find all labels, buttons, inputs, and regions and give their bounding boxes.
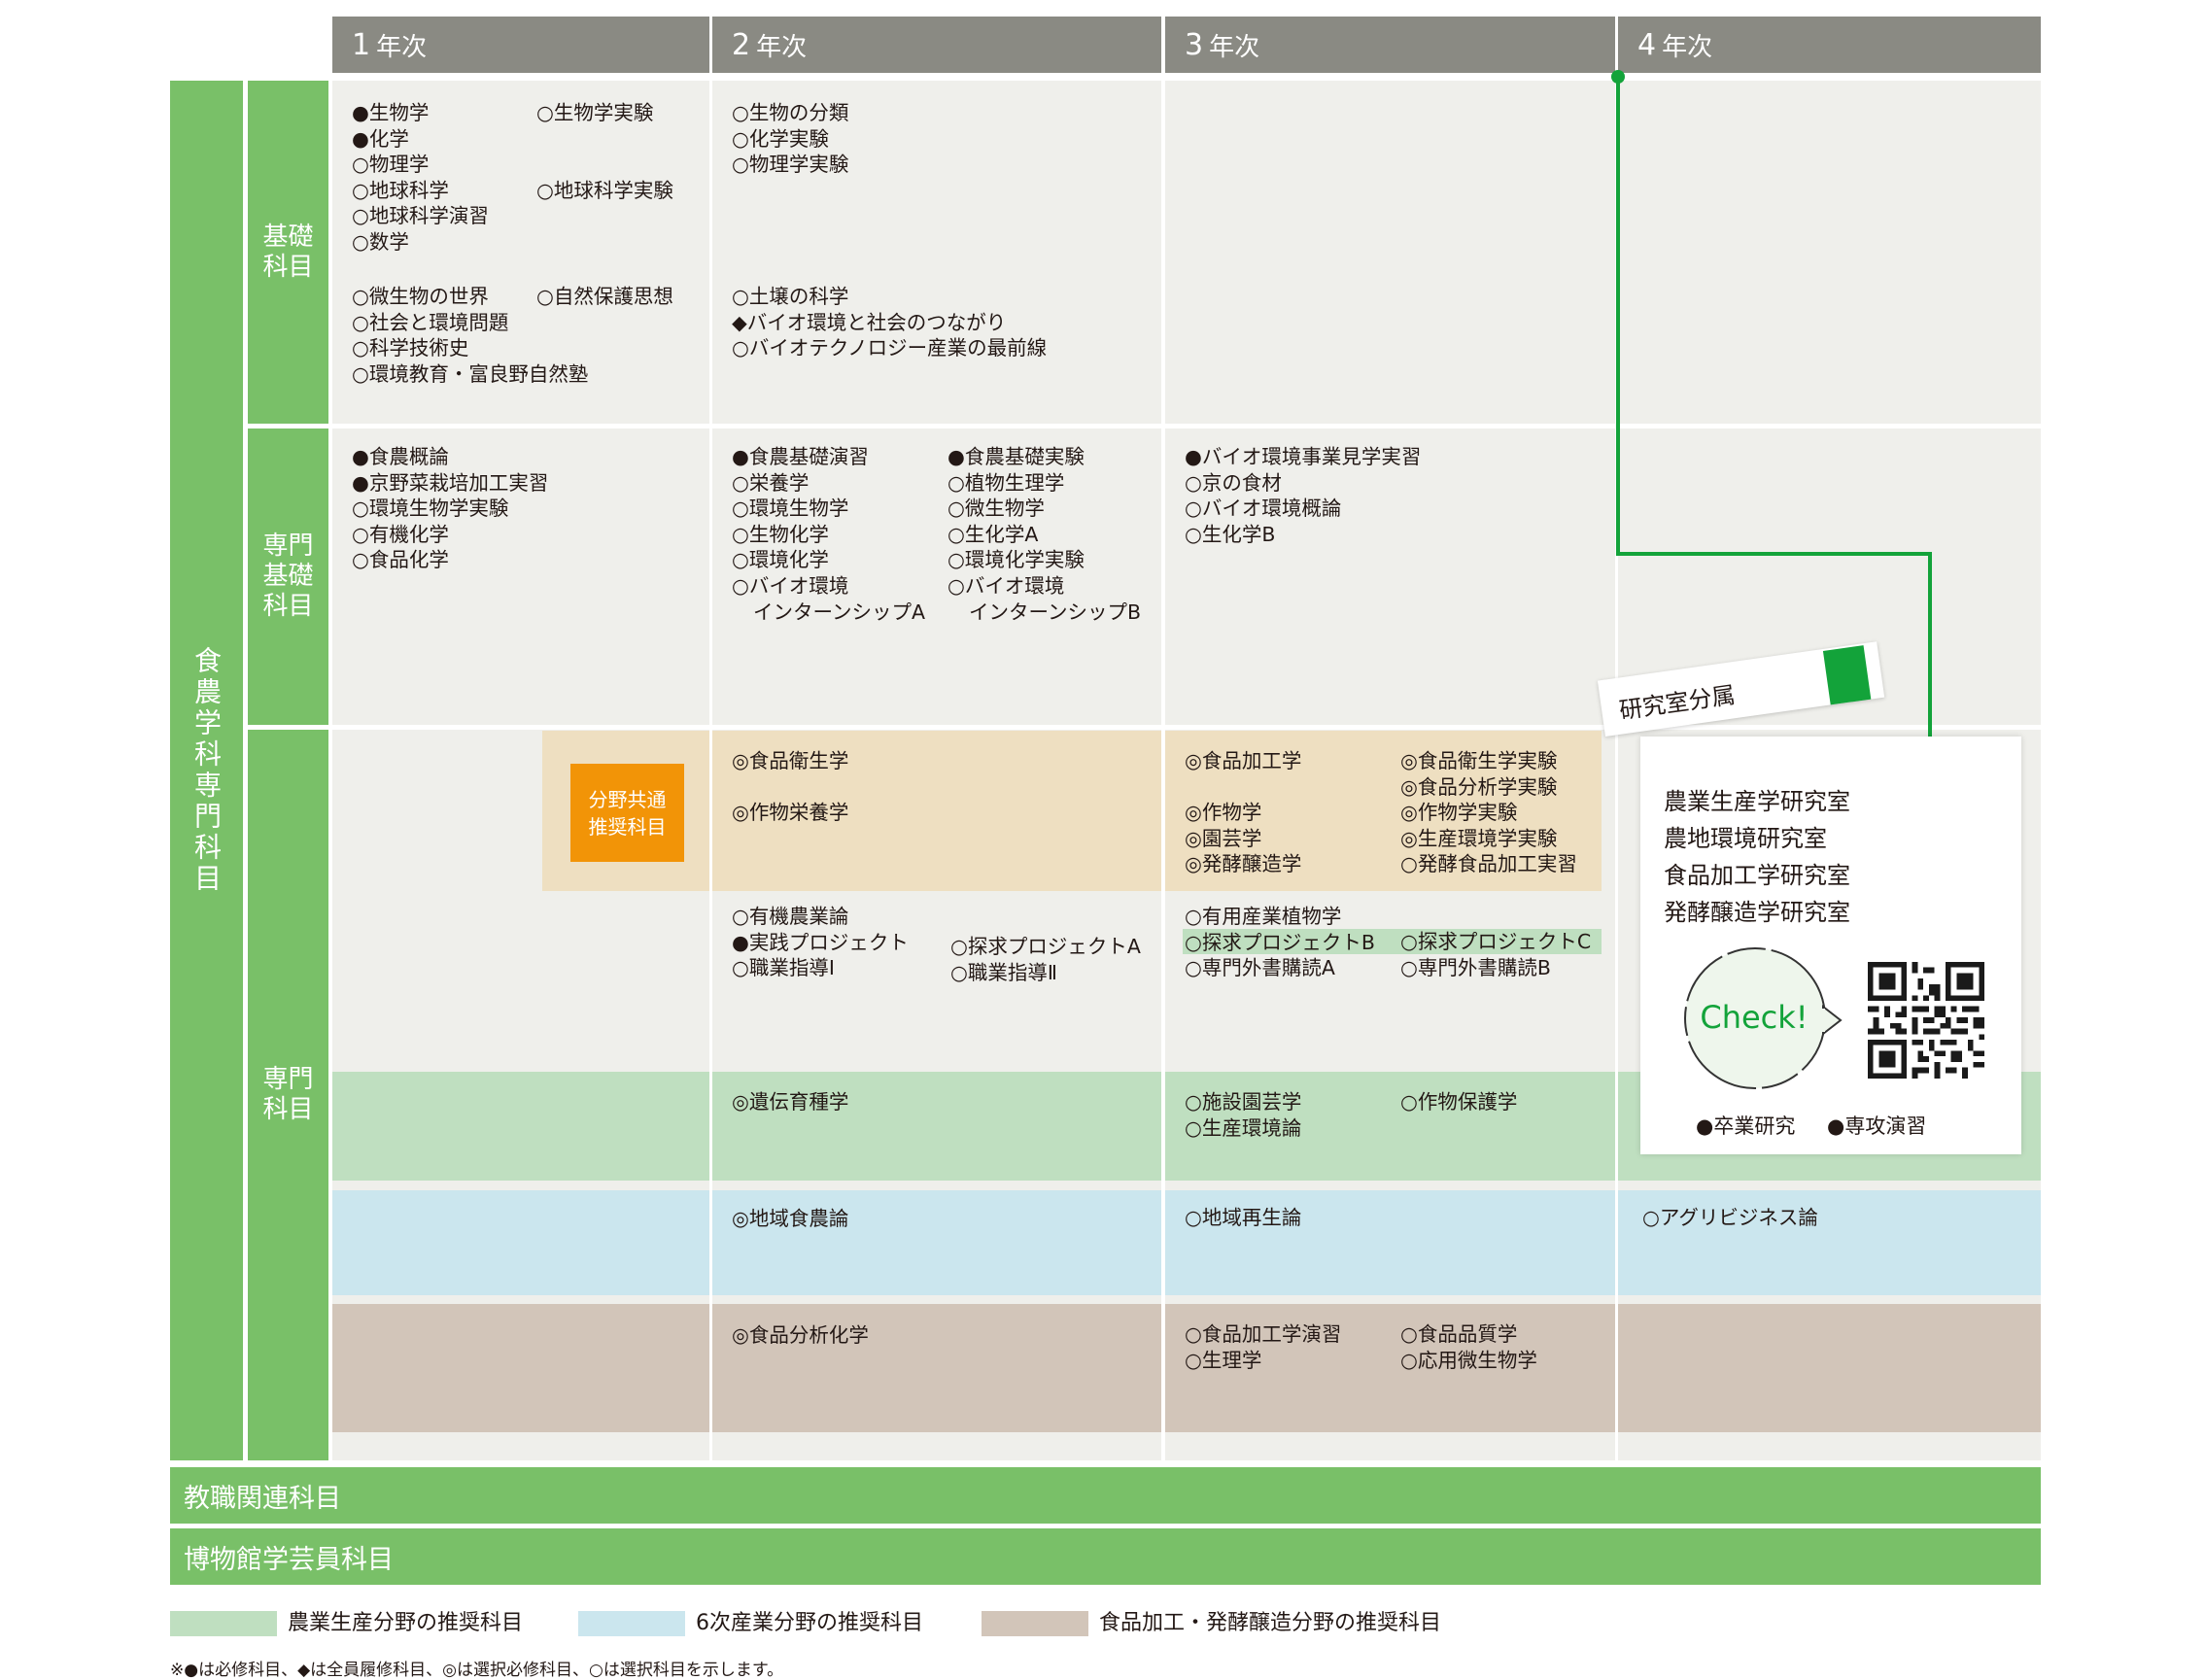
course: ○作物保護学 bbox=[1400, 1090, 1518, 1114]
course: ●実践プロジェクト bbox=[732, 930, 909, 954]
shared-recommended-badge: 分野共通推奨科目 bbox=[570, 764, 684, 862]
check-text: Check! bbox=[1700, 999, 1809, 1036]
course: ○有用産業植物学 bbox=[1185, 905, 1342, 928]
course: ○探求プロジェクトB bbox=[1185, 930, 1375, 954]
lab-tag-title: 研究室分属 bbox=[1617, 681, 1738, 725]
bar-museum: 博物館学芸員科目 bbox=[170, 1528, 2041, 1585]
course: ○有機農業論 bbox=[732, 905, 849, 928]
general-y3-right: ○探求プロジェクトC ○専門外書購読B bbox=[1400, 929, 1591, 980]
category-label: 専門科目 bbox=[262, 1065, 314, 1124]
course: ○応用微生物学 bbox=[1400, 1348, 1537, 1372]
lab-item: 農業生産学研究室 bbox=[1664, 788, 1850, 815]
lab-tag-accent bbox=[1822, 645, 1872, 705]
course: ○職業指導Ⅱ bbox=[950, 960, 1057, 984]
course: ○探求プロジェクトC bbox=[1400, 930, 1592, 953]
brown-y3-right: ○食品品質学 ○応用微生物学 bbox=[1400, 1321, 1537, 1373]
green-y3-left: ○施設園芸学 ○生産環境論 bbox=[1185, 1089, 1301, 1141]
course: ○食品品質学 bbox=[1400, 1322, 1518, 1346]
legend-label: 農業生産分野の推奨科目 bbox=[288, 1611, 524, 1635]
badge-text: 分野共通推奨科目 bbox=[588, 787, 667, 839]
course: ○生理学 bbox=[1185, 1348, 1262, 1372]
legend-swatch-food bbox=[982, 1611, 1088, 1636]
legend-swatch-agri bbox=[170, 1611, 277, 1636]
lab-footer-item: ●卒業研究 bbox=[1696, 1114, 1796, 1138]
footnote: ※●は必修科目、◆は全員履修科目、◎は選択必修科目、○は選択科目を示します。 bbox=[170, 1661, 784, 1680]
course: ◎食品分析学実験 bbox=[1400, 774, 1558, 799]
general-y3-left: ○有用産業植物学 ○探求プロジェクトB ○専門外書購読A bbox=[1185, 904, 1375, 981]
course: ○食品加工学演習 bbox=[1185, 1322, 1342, 1346]
column-gap bbox=[709, 731, 712, 1469]
course: ◎生産環境学実験 bbox=[1400, 826, 1558, 850]
general-y2-right: ○探求プロジェクトA ○職業指導Ⅱ bbox=[950, 934, 1141, 985]
column-gap bbox=[1615, 1072, 1618, 1470]
legend-label: 6次産業分野の推奨科目 bbox=[696, 1611, 923, 1635]
lab-list: 農業生産学研究室 農地環境研究室 食品加工学研究室 発酵醸造学研究室 bbox=[1664, 783, 1850, 931]
bar-label: 教職関連科目 bbox=[184, 1483, 341, 1514]
course: ◎食品分析化学 bbox=[732, 1323, 869, 1347]
lab-footer: ●卒業研究 ●専攻演習 bbox=[1696, 1114, 1926, 1140]
bar-teaching: 教職関連科目 bbox=[170, 1467, 2041, 1524]
lab-footer-item: ●専攻演習 bbox=[1827, 1114, 1927, 1138]
course: ○専門外書購読B bbox=[1400, 955, 1551, 979]
course: ○施設園芸学 bbox=[1185, 1090, 1302, 1114]
course: ○探求プロジェクトA bbox=[950, 935, 1141, 958]
course: ○専門外書購読A bbox=[1185, 956, 1335, 980]
general-y2-left: ○有機農業論 ●実践プロジェクト ○職業指導Ⅰ bbox=[732, 904, 909, 981]
course: ◎遺伝育種学 bbox=[732, 1090, 849, 1114]
course: ○発酵食品加工実習 bbox=[1400, 852, 1577, 876]
column-gap bbox=[1161, 731, 1165, 1469]
course: ◎発酵醸造学 bbox=[1185, 852, 1302, 876]
lab-item: 農地環境研究室 bbox=[1664, 825, 1827, 852]
course: ◎作物学実験 bbox=[1400, 801, 1518, 825]
lab-item: 食品加工学研究室 bbox=[1664, 862, 1850, 889]
course: ◎園芸学 bbox=[1185, 826, 1262, 850]
course: ◎地域食農論 bbox=[732, 1207, 849, 1230]
course: ◎作物学 bbox=[1185, 801, 1262, 825]
course: ○生産環境論 bbox=[1185, 1115, 1302, 1140]
category-pro: 専門科目 bbox=[248, 730, 328, 1460]
qr-code-icon[interactable] bbox=[1868, 962, 1984, 1079]
legend-label: 食品加工・発酵醸造分野の推奨科目 bbox=[1099, 1611, 1442, 1635]
course: ○職業指導Ⅰ bbox=[732, 956, 835, 980]
legend-swatch-sixth bbox=[578, 1611, 685, 1636]
bar-label: 博物館学芸員科目 bbox=[184, 1544, 394, 1575]
course: ○地域再生論 bbox=[1185, 1206, 1302, 1229]
lab-item: 発酵醸造学研究室 bbox=[1664, 899, 1850, 926]
course: ○アグリビジネス論 bbox=[1642, 1206, 1818, 1229]
course: ◎作物栄養学 bbox=[732, 801, 849, 824]
brown-y3-left: ○食品加工学演習 ○生理学 bbox=[1185, 1321, 1341, 1373]
